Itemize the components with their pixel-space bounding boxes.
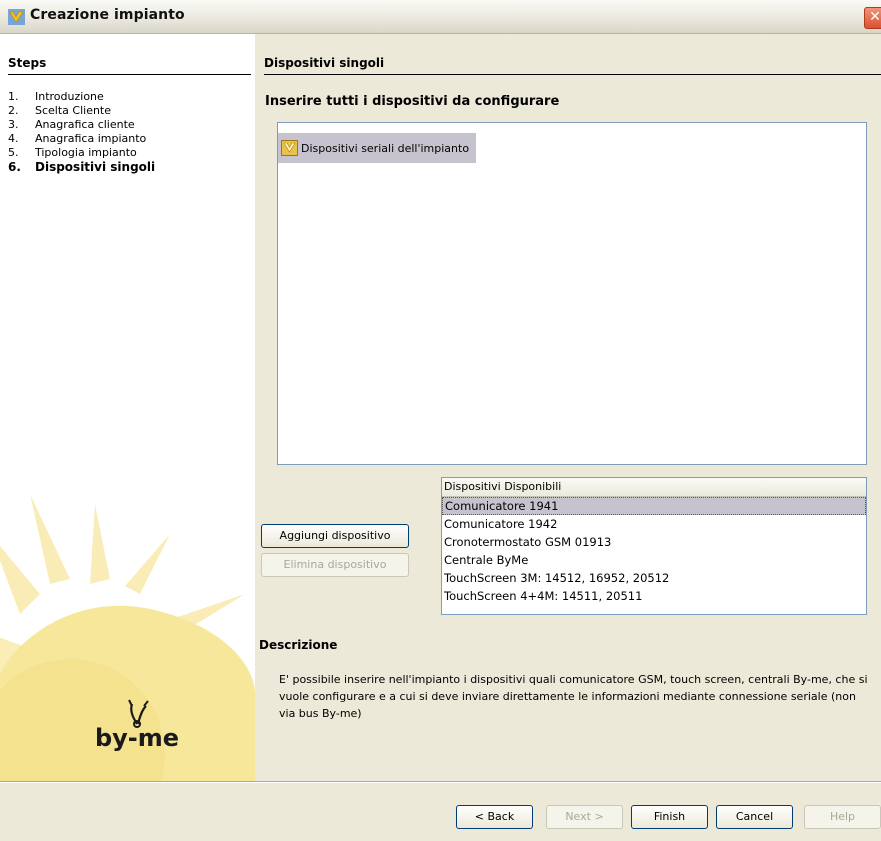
steps-divider: [8, 74, 251, 75]
step-number: 2.: [8, 104, 19, 117]
title-bar[interactable]: Creazione impianto ✕: [0, 0, 881, 34]
description-heading: Descrizione: [259, 638, 338, 652]
step-number: 5.: [8, 146, 19, 159]
logo-sprout-icon: [128, 699, 149, 728]
step-item: 2. Scelta Cliente: [8, 104, 155, 118]
step-number: 3.: [8, 118, 19, 131]
step-label: Tipologia impianto: [35, 146, 137, 159]
page-title-divider: [264, 74, 881, 75]
step-number: 4.: [8, 132, 19, 145]
cancel-button[interactable]: Cancel: [716, 805, 793, 829]
device-tree[interactable]: Dispositivi seriali dell'impianto: [277, 122, 867, 465]
tree-root-node[interactable]: Dispositivi seriali dell'impianto: [278, 133, 476, 163]
next-button[interactable]: Next >: [546, 805, 623, 829]
step-number: 6.: [8, 160, 21, 174]
list-item[interactable]: Comunicatore 1941: [442, 497, 866, 515]
step-item: 3. Anagrafica cliente: [8, 118, 155, 132]
close-icon: ✕: [869, 9, 881, 25]
device-folder-icon: [281, 140, 298, 156]
back-button[interactable]: < Back: [456, 805, 533, 829]
list-item[interactable]: Centrale ByMe: [442, 551, 866, 569]
page-title: Dispositivi singoli: [264, 56, 385, 70]
description-text: E' possibile inserire nell'impianto i di…: [279, 673, 868, 720]
step-item: 5. Tipologia impianto: [8, 146, 155, 160]
list-header: Dispositivi Disponibili: [442, 478, 866, 497]
step-label: Anagrafica impianto: [35, 132, 147, 145]
close-button[interactable]: ✕: [864, 7, 881, 29]
steps-list: 1. Introduzione 2. Scelta Cliente 3. Anagra…: [8, 90, 155, 174]
step-item: 4. Anagrafica impianto: [8, 132, 155, 146]
steps-panel: Steps 1. Introduzione 2. Scelta Cliente 3.…: [0, 34, 255, 781]
instruction-text: Inserire tutti i dispositivi da configur…: [265, 94, 560, 109]
tree-root-label: Dispositivi seriali dell'impianto: [301, 141, 470, 155]
footer-divider-highlight: [0, 782, 881, 783]
help-button[interactable]: Help: [804, 805, 881, 829]
steps-heading: Steps: [8, 56, 47, 70]
window-title: Creazione impianto: [30, 7, 185, 23]
list-item[interactable]: Comunicatore 1942: [442, 515, 866, 533]
list-item[interactable]: TouchScreen 4+4M: 14511, 20511: [442, 587, 866, 605]
content-panel: Dispositivi singoli Inserire tutti i dis…: [255, 34, 881, 781]
finish-button[interactable]: Finish: [631, 805, 708, 829]
step-label: Anagrafica cliente: [35, 118, 135, 131]
step-label: Dispositivi singoli: [35, 160, 156, 174]
byme-logo: by-me: [82, 694, 192, 764]
step-label: Introduzione: [35, 90, 104, 103]
step-item: 1. Introduzione: [8, 90, 155, 104]
add-device-button[interactable]: Aggiungi dispositivo: [261, 524, 409, 548]
app-icon: [8, 9, 25, 25]
step-label: Scelta Cliente: [35, 104, 112, 117]
available-devices-list[interactable]: Dispositivi Disponibili Comunicatore 194…: [441, 477, 867, 615]
remove-device-button[interactable]: Elimina dispositivo: [261, 553, 409, 577]
logo-text: by-me: [94, 724, 180, 752]
step-item-current: 6. Dispositivi singoli: [8, 160, 155, 174]
list-item[interactable]: TouchScreen 3M: 14512, 16952, 20512: [442, 569, 866, 587]
step-number: 1.: [8, 90, 19, 103]
list-item[interactable]: Cronotermostato GSM 01913: [442, 533, 866, 551]
